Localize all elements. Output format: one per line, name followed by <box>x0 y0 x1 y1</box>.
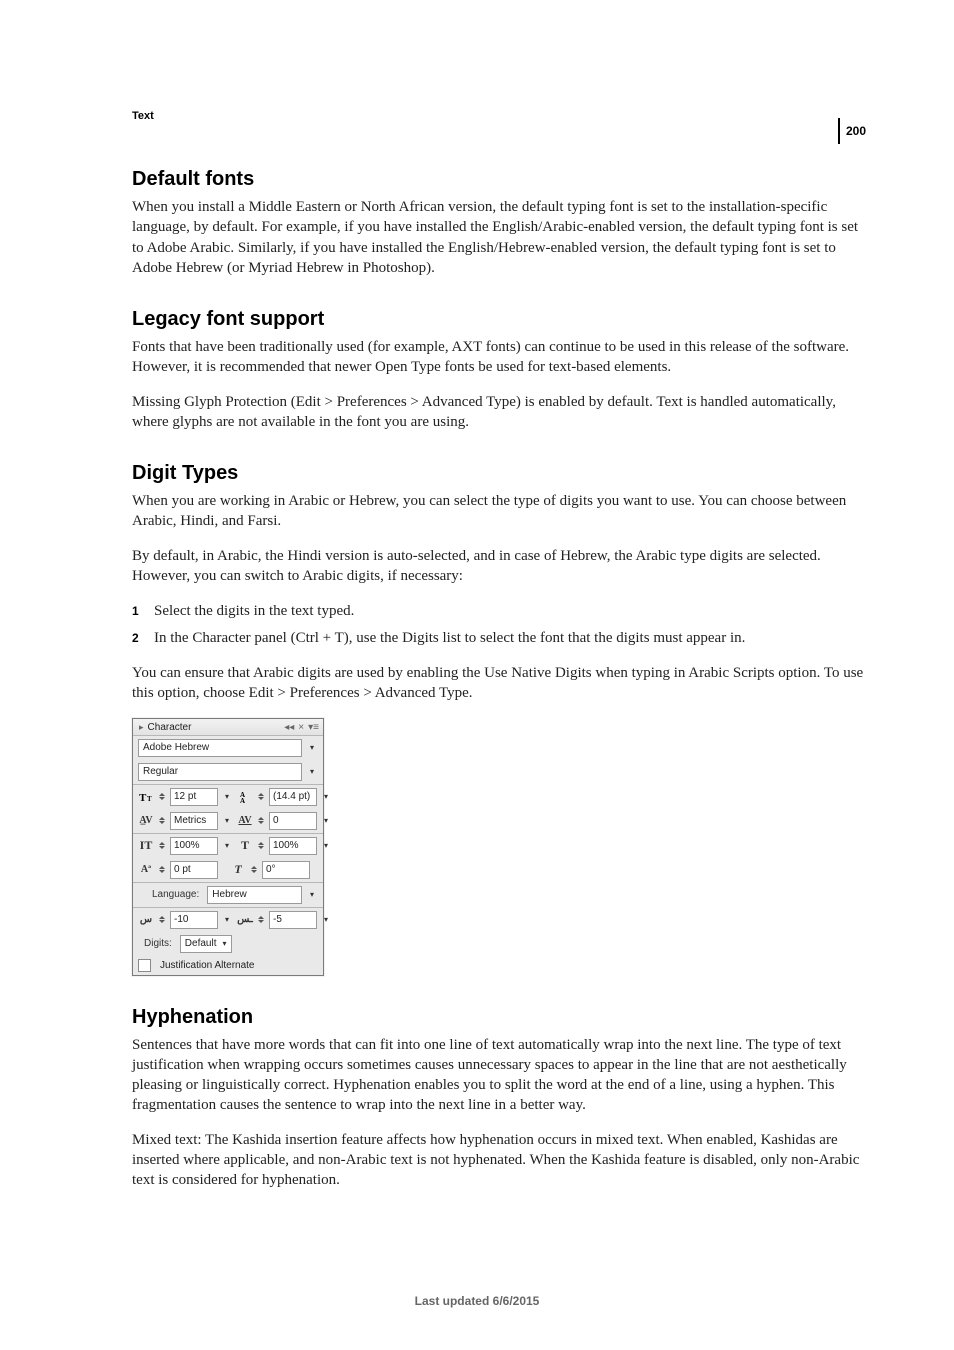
horizontal-scale-icon: T <box>237 838 253 854</box>
svg-text:T: T <box>147 795 152 803</box>
arabic-kashida2-icon: ـس <box>237 912 253 928</box>
baseline-shift-icon: Aª <box>138 862 154 878</box>
heading-legacy-font-support: Legacy font support <box>132 308 866 331</box>
vertical-scale-dropdown-icon[interactable]: ▾ <box>221 841 233 850</box>
kerning-tracking-row: A̲V Metrics ▾ AV 0 ▾ <box>133 809 323 833</box>
page-number-rule <box>838 118 840 144</box>
paragraph: When you are working in Arabic or Hebrew… <box>132 491 866 532</box>
baseline-shift-stepper[interactable] <box>157 862 167 878</box>
collapse-icon: ▸ <box>139 722 144 733</box>
kerning-dropdown-icon[interactable]: ▾ <box>221 816 233 825</box>
font-size-field[interactable]: 12 pt <box>170 788 218 806</box>
font-family-field[interactable]: Adobe Hebrew <box>138 739 302 757</box>
discretionary2-field[interactable]: -5 <box>269 911 317 929</box>
paragraph: Fonts that have been traditionally used … <box>132 337 866 378</box>
digits-select[interactable]: Default ▾ <box>180 935 232 953</box>
paragraph: Mixed text: The Kashida insertion featur… <box>132 1130 866 1191</box>
tracking-stepper[interactable] <box>256 813 266 829</box>
paragraph: Sentences that have more words that can … <box>132 1035 866 1116</box>
vertical-scale-stepper[interactable] <box>157 838 167 854</box>
language-label: Language: <box>152 889 199 900</box>
leading-dropdown-icon[interactable]: ▾ <box>320 792 332 801</box>
skew-icon: T <box>230 862 246 878</box>
justification-alt-checkbox[interactable] <box>138 959 151 972</box>
chevron-down-icon: ▾ <box>222 937 226 951</box>
justification-alt-row: Justification Alternate <box>133 956 323 975</box>
skew-field[interactable]: 0° <box>262 861 310 879</box>
font-style-dropdown-icon[interactable]: ▾ <box>306 767 318 776</box>
kerning-icon: A̲V <box>138 813 154 829</box>
heading-hyphenation: Hyphenation <box>132 1006 866 1029</box>
size-leading-row: TT 12 pt ▾ AA (14.4 pt) ▾ <box>133 785 323 809</box>
step-item: Select the digits in the text typed. <box>132 600 866 623</box>
leading-field[interactable]: (14.4 pt) <box>269 788 317 806</box>
paragraph: You can ensure that Arabic digits are us… <box>132 663 866 704</box>
leading-stepper[interactable] <box>256 789 266 805</box>
heading-default-fonts: Default fonts <box>132 168 866 191</box>
font-style-field[interactable]: Regular <box>138 763 302 781</box>
scale-row: IT 100% ▾ T 100% ▾ <box>133 834 323 858</box>
discretionary2-dropdown-icon[interactable]: ▾ <box>320 915 332 924</box>
horizontal-scale-field[interactable]: 100% <box>269 837 317 855</box>
discretionary1-field[interactable]: -10 <box>170 911 218 929</box>
justification-alt-label: Justification Alternate <box>160 960 255 971</box>
svg-text:A: A <box>240 797 245 804</box>
tracking-dropdown-icon[interactable]: ▾ <box>320 816 332 825</box>
digits-label: Digits: <box>144 938 172 949</box>
collapse-strip-icon[interactable]: ◂◂ <box>284 722 294 733</box>
character-panel: ▸ Character ◂◂ × ▾≡ Adobe Hebrew ▾ Regul… <box>132 718 324 976</box>
language-dropdown-icon[interactable]: ▾ <box>306 890 318 899</box>
page-number-block: 200 <box>838 118 866 144</box>
panel-titlebar: ▸ Character ◂◂ × ▾≡ <box>133 719 323 736</box>
baseline-skew-row: Aª 0 pt T 0° <box>133 858 323 882</box>
leading-icon: AA <box>237 789 253 805</box>
paragraph: When you install a Middle Eastern or Nor… <box>132 197 866 278</box>
font-style-row: Regular ▾ <box>133 760 323 784</box>
kerning-stepper[interactable] <box>157 813 167 829</box>
discretionary1-dropdown-icon[interactable]: ▾ <box>221 915 233 924</box>
close-icon[interactable]: × <box>298 722 304 733</box>
digits-row: Digits: Default ▾ <box>133 932 323 956</box>
font-size-dropdown-icon[interactable]: ▾ <box>221 792 233 801</box>
horizontal-scale-dropdown-icon[interactable]: ▾ <box>320 841 332 850</box>
arabic-kashida-icon: س <box>138 912 154 928</box>
vertical-scale-field[interactable]: 100% <box>170 837 218 855</box>
steps-list: Select the digits in the text typed. In … <box>132 600 866 649</box>
horizontal-scale-stepper[interactable] <box>256 838 266 854</box>
font-size-icon: TT <box>138 789 154 805</box>
tracking-field[interactable]: 0 <box>269 812 317 830</box>
panel-title: Character <box>148 722 192 733</box>
svg-text:T: T <box>139 792 147 804</box>
discretionary1-stepper[interactable] <box>157 912 167 928</box>
tracking-icon: AV <box>237 813 253 829</box>
page-number: 200 <box>846 124 866 138</box>
character-tab[interactable]: ▸ Character <box>139 722 191 733</box>
paragraph: By default, in Arabic, the Hindi version… <box>132 546 866 587</box>
font-family-row: Adobe Hebrew ▾ <box>133 736 323 760</box>
font-family-dropdown-icon[interactable]: ▾ <box>306 743 318 752</box>
chapter-label: Text <box>132 110 866 122</box>
digits-value: Default <box>185 937 217 951</box>
heading-digit-types: Digit Types <box>132 462 866 485</box>
baseline-shift-field[interactable]: 0 pt <box>170 861 218 879</box>
footer-updated: Last updated 6/6/2015 <box>0 1294 954 1308</box>
font-size-stepper[interactable] <box>157 789 167 805</box>
paragraph: Missing Glyph Protection (Edit > Prefere… <box>132 392 866 433</box>
panel-menu-icon[interactable]: ▾≡ <box>308 722 319 733</box>
vertical-scale-icon: IT <box>138 838 154 854</box>
language-field[interactable]: Hebrew <box>207 886 302 904</box>
kerning-field[interactable]: Metrics <box>170 812 218 830</box>
language-row: Language: Hebrew ▾ <box>133 883 323 907</box>
step-item: In the Character panel (Ctrl + T), use t… <box>132 627 866 650</box>
skew-stepper[interactable] <box>249 862 259 878</box>
discretionary2-stepper[interactable] <box>256 912 266 928</box>
discretionary-row: س -10 ▾ ـس -5 ▾ <box>133 908 323 932</box>
